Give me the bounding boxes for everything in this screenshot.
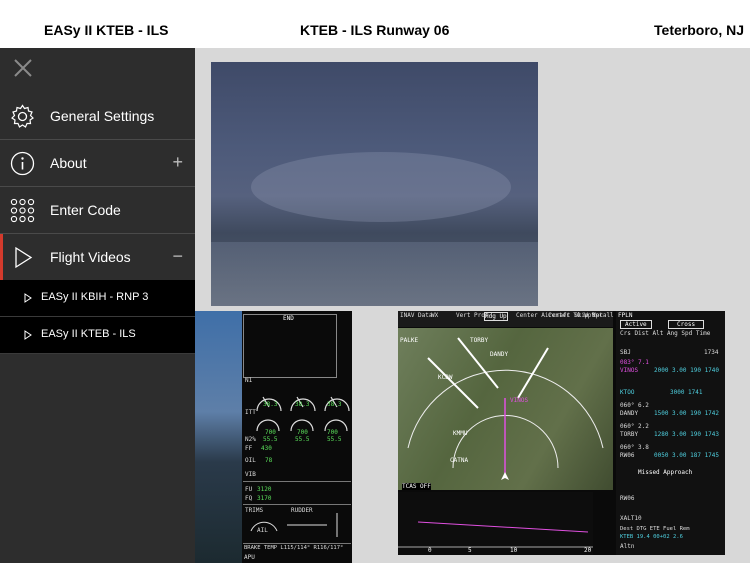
play-icon [24,330,32,340]
video-item-label: EASy II KTEB - ILS [41,328,136,340]
video-item-kbih[interactable]: EASy II KBIH - RNP 3 [0,280,195,317]
header-left-title: EASy II KTEB - ILS [44,22,169,38]
sidebar-item-flight-videos[interactable]: Flight Videos − [0,234,195,281]
sidebar-item-label: Enter Code [50,202,121,218]
sidebar-item-label: About [50,155,87,171]
sidebar-item-label: Flight Videos [50,249,131,265]
sidebar: General Settings About + Enter Code Flig… [0,48,195,563]
sidebar-item-enter-code[interactable]: Enter Code [0,187,195,234]
cockpit-window-view [211,62,538,306]
header-right-title: Teterboro, NJ [654,22,744,38]
video-item-label: EASy II KBIH - RNP 3 [41,291,149,303]
eicas-display: END N1 38.3 38.3 38.3 ITT 700 700 700 N2… [195,311,352,563]
sidebar-item-general-settings[interactable]: General Settings [0,93,195,140]
video-item-kteb[interactable]: EASy II KTEB - ILS [0,317,195,354]
title-bar: EASy II KTEB - ILS KTEB - ILS Runway 06 … [0,0,750,48]
info-icon [10,151,35,176]
keypad-icon [10,198,35,223]
active-indicator [0,234,3,280]
sidebar-item-about[interactable]: About + [0,140,195,187]
trim-indicators [250,513,338,537]
mfd-display: INAV Data WX Vert Prof Hdg Up Center Air… [398,311,725,555]
collapse-icon[interactable]: − [172,246,183,267]
play-icon [24,293,32,303]
gear-icon [10,104,35,129]
video-content: END N1 38.3 38.3 38.3 ITT 700 700 700 N2… [195,48,750,563]
sidebar-item-label: General Settings [50,108,155,124]
expand-icon[interactable]: + [172,152,183,173]
header-center-title: KTEB - ILS Runway 06 [300,22,450,38]
play-icon [10,245,35,270]
close-icon[interactable] [12,57,34,79]
eicas-end: END [283,315,294,322]
